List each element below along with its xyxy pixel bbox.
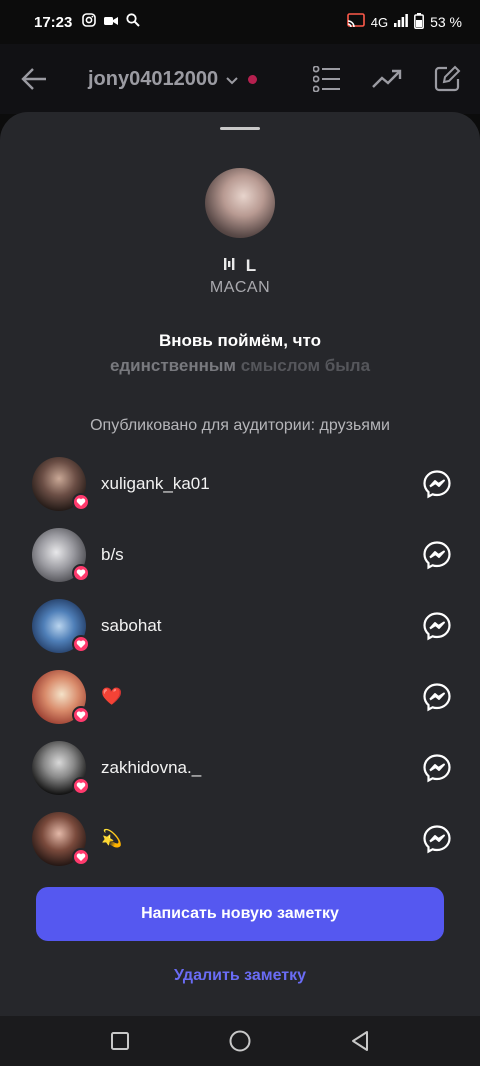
messenger-icon[interactable] bbox=[422, 469, 452, 499]
list-item[interactable]: zakhidovna._ bbox=[0, 732, 480, 803]
song-cover bbox=[205, 168, 275, 238]
list-icon[interactable] bbox=[312, 64, 342, 94]
heart-icon bbox=[72, 705, 90, 724]
artist-name: MACAN bbox=[209, 279, 271, 296]
list-item[interactable]: sabohat bbox=[0, 590, 480, 661]
back-arrow-icon[interactable] bbox=[18, 63, 50, 95]
avatar[interactable] bbox=[32, 811, 90, 866]
new-note-button[interactable]: Написать новую заметку bbox=[36, 887, 444, 941]
account-switcher[interactable]: jony04012000 bbox=[88, 67, 258, 91]
avatar[interactable] bbox=[32, 456, 90, 511]
battery-icon bbox=[414, 12, 425, 32]
top-header: jony04012000 bbox=[0, 44, 480, 114]
recents-icon[interactable] bbox=[108, 1029, 132, 1053]
heart-icon bbox=[72, 563, 90, 582]
trending-icon[interactable] bbox=[372, 64, 402, 94]
audience-text: Опубликовано для аудитории: друзьями bbox=[90, 417, 390, 434]
username: zakhidovna._ bbox=[101, 757, 202, 777]
username: b/s bbox=[101, 544, 124, 564]
viewers-list: xuligank_ka01 b/s sabohat ❤️ zakhidovna.… bbox=[0, 448, 480, 874]
messenger-icon[interactable] bbox=[422, 682, 452, 712]
lyric-line-2-rest: смыслом была bbox=[236, 356, 371, 375]
messenger-icon[interactable] bbox=[422, 540, 452, 570]
heart-icon bbox=[72, 776, 90, 795]
instagram-icon bbox=[82, 13, 97, 31]
username: 💫 bbox=[101, 828, 123, 848]
back-nav-icon[interactable] bbox=[348, 1029, 372, 1053]
status-time: 17:23 bbox=[34, 13, 73, 31]
heart-icon bbox=[72, 634, 90, 653]
messenger-icon[interactable] bbox=[422, 824, 452, 854]
username: sabohat bbox=[101, 615, 162, 635]
system-nav-bar bbox=[0, 1016, 480, 1066]
signal-icon bbox=[394, 14, 408, 30]
music-bars-icon bbox=[223, 256, 238, 276]
music-badge: L bbox=[245, 256, 257, 275]
lyric-line-2: единственным смыслом была bbox=[0, 356, 480, 376]
heart-icon bbox=[72, 492, 90, 511]
avatar[interactable] bbox=[32, 740, 90, 795]
list-item[interactable]: b/s bbox=[0, 519, 480, 590]
status-bar: 17:23 4G 53 % bbox=[0, 0, 480, 44]
edit-icon[interactable] bbox=[432, 64, 462, 94]
heart-icon bbox=[72, 847, 90, 866]
network-type: 4G bbox=[370, 14, 389, 30]
note-sheet: L MACAN Вновь поймём, что единственным с… bbox=[0, 112, 480, 1016]
username: xuligank_ka01 bbox=[101, 473, 210, 493]
home-icon[interactable] bbox=[228, 1029, 252, 1053]
sheet-grabber[interactable] bbox=[220, 127, 260, 130]
list-item[interactable]: 💫 bbox=[0, 803, 480, 874]
avatar[interactable] bbox=[32, 669, 90, 724]
delete-note-button[interactable]: Удалить заметку bbox=[0, 967, 480, 985]
lyric-line-1: Вновь поймём, что bbox=[158, 331, 322, 350]
lyric-line-2-active: единственным bbox=[109, 356, 236, 375]
avatar[interactable] bbox=[32, 527, 90, 582]
avatar[interactable] bbox=[32, 598, 90, 653]
music-title: L bbox=[0, 256, 480, 276]
video-icon bbox=[104, 14, 119, 31]
cast-icon bbox=[346, 12, 365, 32]
messenger-icon[interactable] bbox=[422, 611, 452, 641]
chevron-down-icon bbox=[226, 68, 238, 91]
search-small-icon bbox=[126, 13, 141, 31]
list-item[interactable]: xuligank_ka01 bbox=[0, 448, 480, 519]
battery-percent: 53 % bbox=[430, 14, 462, 30]
list-item[interactable]: ❤️ bbox=[0, 661, 480, 732]
account-name: jony04012000 bbox=[88, 67, 219, 90]
notification-dot bbox=[248, 74, 258, 84]
messenger-icon[interactable] bbox=[422, 753, 452, 783]
username: ❤️ bbox=[101, 686, 123, 706]
